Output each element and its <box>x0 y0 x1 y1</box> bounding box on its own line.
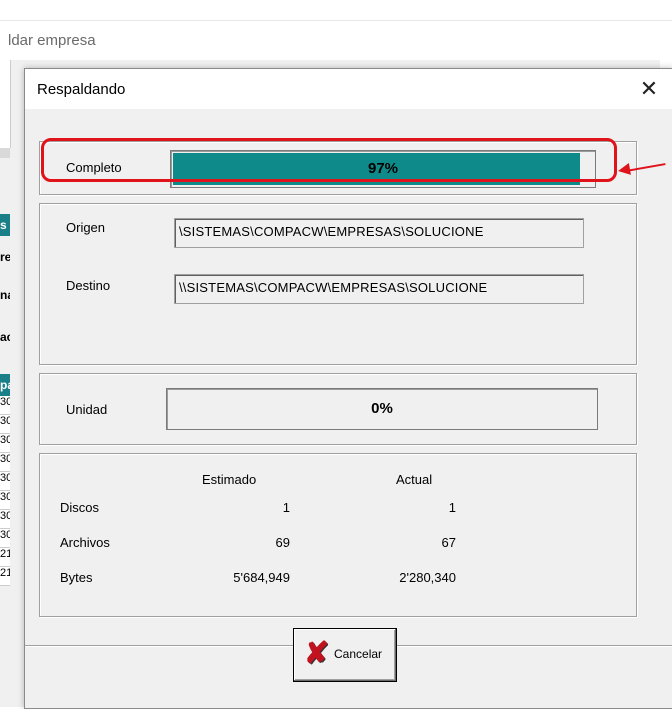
stats-header-actual: Actual <box>396 472 433 487</box>
background-table-row[interactable]: 305 <box>0 472 10 491</box>
unidad-label: Unidad <box>66 402 108 417</box>
background-left-strip <box>0 60 11 148</box>
background-table-row[interactable]: 307 <box>0 396 10 415</box>
stats-row-actual: 67 <box>441 535 456 550</box>
cancel-button-label: Cancelar <box>334 647 383 661</box>
completo-group: Completo 97% <box>39 141 637 195</box>
background-window-titlebar <box>0 20 672 62</box>
background-table-row[interactable]: 302 <box>0 529 10 548</box>
origen-field: \SISTEMAS\COMPACW\EMPRESAS\SOLUCIONE <box>174 218 584 248</box>
background-table-row[interactable]: 306 <box>0 415 10 434</box>
stats-row-label: Archivos <box>60 535 110 550</box>
dialog-titlebar: Respaldando ✕ <box>25 69 672 109</box>
background-table-row[interactable]: 211 <box>0 548 10 567</box>
background-label: re <box>0 250 10 264</box>
background-label: na: <box>0 288 10 302</box>
stats-row-estimado: 69 <box>275 535 290 550</box>
completo-label: Completo <box>66 160 122 175</box>
completo-progress-bar: 97% <box>170 150 596 188</box>
red-x-icon: ✘ <box>304 637 330 670</box>
stats-row-label: Bytes <box>60 570 93 585</box>
dialog-title: Respaldando <box>37 81 126 98</box>
stats-row-estimado: 1 <box>282 500 290 515</box>
unidad-progress-text: 0% <box>371 400 393 417</box>
cancel-button[interactable]: ✘ Cancelar <box>293 628 397 682</box>
background-table-row[interactable]: 306 <box>0 434 10 453</box>
destino-label: Destino <box>66 278 111 293</box>
background-top-bar <box>0 0 672 20</box>
background-table-header: pal <box>0 374 10 396</box>
background-window-title: ldar empresa <box>8 32 96 49</box>
stats-group: Estimado Actual Discos 1 1 Archivos 69 6… <box>39 453 637 617</box>
origen-label: Origen <box>66 220 106 235</box>
backup-progress-dialog: Respaldando ✕ Completo 97% Origen \SISTE… <box>24 68 672 709</box>
paths-group: Origen \SISTEMAS\COMPACW\EMPRESAS\SOLUCI… <box>39 203 637 365</box>
stats-row-label: Discos <box>60 500 100 515</box>
background-left-divider <box>0 148 10 158</box>
dialog-body: Completo 97% Origen \SISTEMAS\COMPACW\EM… <box>25 109 672 708</box>
annotation-arrow-head <box>617 163 631 177</box>
completo-progress-text: 97% <box>367 160 399 177</box>
background-label: ac <box>0 330 10 344</box>
background-table-row[interactable]: 303 <box>0 510 10 529</box>
destino-field: \\SISTEMAS\COMPACW\EMPRESAS\SOLUCIONE <box>174 274 584 304</box>
stats-row-actual: 2'280,340 <box>399 570 456 585</box>
close-icon[interactable]: ✕ <box>635 75 663 103</box>
background-section-header: s c <box>0 214 10 236</box>
stats-header-estimado: Estimado <box>202 472 257 487</box>
unidad-group: Unidad 0% <box>39 373 637 445</box>
background-table-row[interactable]: 303 <box>0 491 10 510</box>
background-table-row[interactable]: 305 <box>0 453 10 472</box>
background-table-row[interactable]: 211 <box>0 567 10 586</box>
stats-row-estimado: 5'684,949 <box>233 570 290 585</box>
stats-row-actual: 1 <box>448 500 456 515</box>
unidad-progress-bar: 0% <box>166 388 598 430</box>
